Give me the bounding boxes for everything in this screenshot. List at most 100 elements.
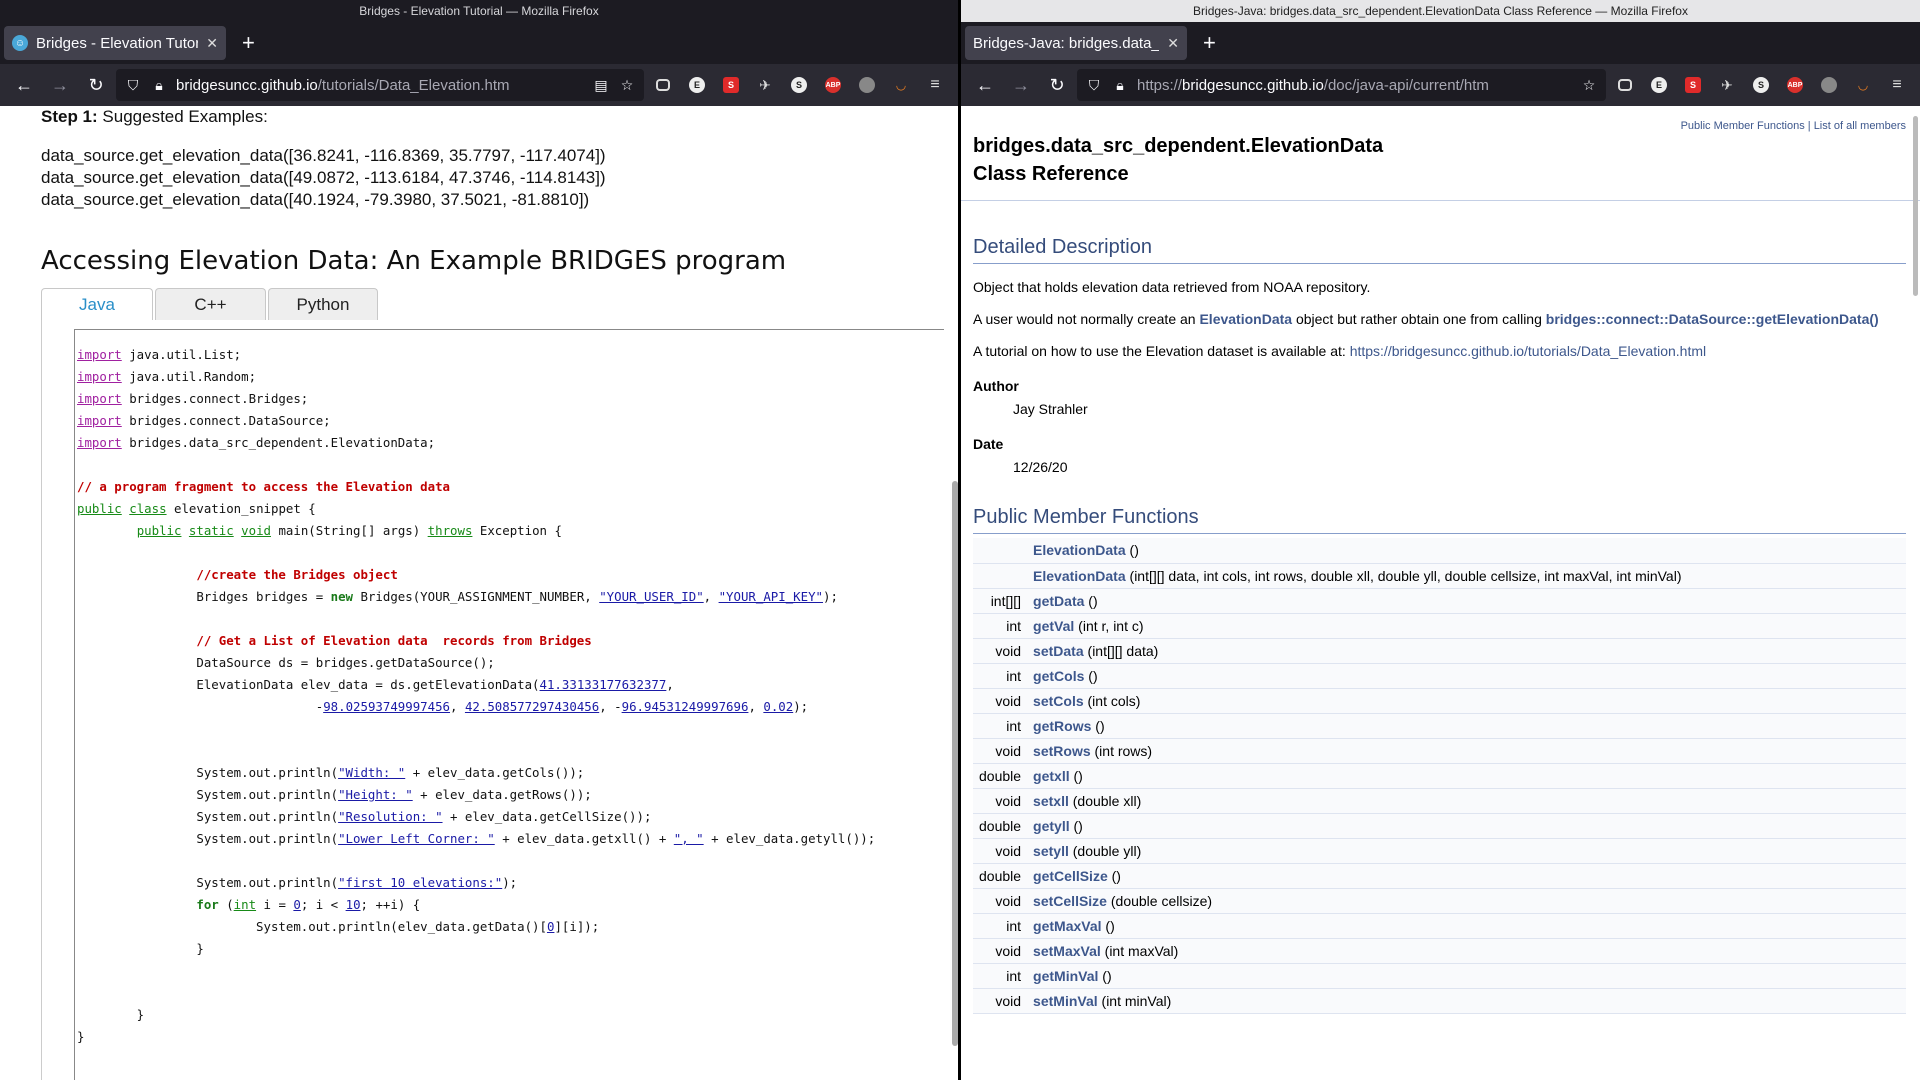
code-token[interactable]: public (77, 501, 122, 516)
member-name-link[interactable]: setyll (1033, 843, 1069, 859)
code-token[interactable]: class (129, 501, 166, 516)
reload-icon[interactable]: ↻ (80, 69, 112, 101)
extension-orange-icon[interactable]: ◡ (1848, 69, 1878, 101)
code-token[interactable]: "YOUR_API_KEY" (719, 589, 823, 604)
url-bar[interactable]: ⛉ 🔒︎ https://bridgesuncc.github.io/doc/j… (1077, 69, 1606, 101)
tutorial-link[interactable]: https://bridgesuncc.github.io/tutorials/… (1350, 343, 1706, 359)
shield-icon[interactable]: ⛉ (124, 77, 142, 94)
back-icon[interactable]: ← (969, 69, 1001, 101)
code-token[interactable]: ", " (674, 831, 704, 846)
tab-cpp[interactable]: C++ (155, 288, 266, 320)
code-token[interactable]: import (77, 347, 122, 362)
extension-s2-icon[interactable]: S (1746, 69, 1776, 101)
lock-icon[interactable]: 🔒︎ (1111, 77, 1129, 94)
code-token: ][i]); (554, 919, 600, 934)
member-name-link[interactable]: setRows (1033, 743, 1091, 759)
tab-close-icon[interactable]: ✕ (206, 35, 218, 52)
code-token[interactable]: void (241, 523, 271, 538)
code-token[interactable]: int (234, 897, 256, 912)
extension-circle-icon[interactable] (852, 69, 882, 101)
extension-e-icon[interactable]: E (682, 69, 712, 101)
tab-java[interactable]: Java (41, 288, 153, 320)
extension-pin-icon[interactable]: ✈ (750, 69, 780, 101)
member-name-link[interactable]: getMinVal (1033, 968, 1098, 984)
member-name-link[interactable]: getRows (1033, 718, 1091, 734)
extension-s-icon[interactable]: S (1678, 69, 1708, 101)
member-name-link[interactable]: getData (1033, 593, 1084, 609)
member-name-link[interactable]: getVal (1033, 618, 1074, 634)
extension-e-icon[interactable]: E (1644, 69, 1674, 101)
bookmark-star-icon[interactable]: ☆ (618, 77, 636, 94)
pocket-icon[interactable] (648, 69, 678, 101)
back-icon[interactable]: ← (8, 69, 40, 101)
member-name-link[interactable]: setCols (1033, 693, 1084, 709)
menu-icon[interactable]: ≡ (1882, 69, 1912, 101)
code-token[interactable]: 0.02 (763, 699, 793, 714)
code-token: System.out.println( (77, 809, 339, 824)
member-name-link[interactable]: getyll (1033, 818, 1070, 834)
url-text[interactable]: bridgesuncc.github.io/tutorials/Data_Ele… (176, 77, 584, 94)
forward-icon[interactable]: → (44, 69, 76, 101)
reader-view-icon[interactable]: ▤ (592, 77, 610, 94)
forward-icon[interactable]: → (1005, 69, 1037, 101)
code-token[interactable]: 96.94531249997696 (622, 699, 749, 714)
extension-s-icon[interactable]: S (716, 69, 746, 101)
tab-python[interactable]: Python (268, 288, 378, 320)
extension-s2-icon[interactable]: S (784, 69, 814, 101)
member-name-link[interactable]: getMaxVal (1033, 918, 1101, 934)
code-token[interactable]: import (77, 369, 122, 384)
member-name-link[interactable]: getCellSize (1033, 868, 1108, 884)
browser-tab-active[interactable]: Bridges-Java: bridges.data_s ✕ (965, 26, 1187, 60)
member-name-link[interactable]: ElevationData (1033, 568, 1126, 584)
member-name-link[interactable]: ElevationData (1033, 542, 1126, 558)
member-name-link[interactable]: getxll (1033, 768, 1070, 784)
tab-close-icon[interactable]: ✕ (1167, 35, 1179, 52)
extension-circle-icon[interactable] (1814, 69, 1844, 101)
code-token[interactable]: "Width: " (338, 765, 405, 780)
new-tab-icon[interactable]: + (1203, 32, 1216, 54)
code-token[interactable]: "Height: " (338, 787, 413, 802)
code-line: } (77, 1029, 84, 1044)
member-name-link[interactable]: getCols (1033, 668, 1084, 684)
summary-link-functions[interactable]: Public Member Functions (1681, 120, 1805, 132)
extension-orange-icon[interactable]: ◡ (886, 69, 916, 101)
code-token[interactable]: 41.33133177632377 (540, 677, 667, 692)
adblock-icon[interactable]: ABP (1780, 69, 1810, 101)
scrollbar[interactable] (952, 481, 958, 1046)
scrollbar[interactable] (1913, 116, 1918, 296)
getelevationdata-link[interactable]: bridges::connect::DataSource::getElevati… (1546, 311, 1879, 327)
member-name-link[interactable]: setMinVal (1033, 993, 1098, 1009)
adblock-icon[interactable]: ABP (818, 69, 848, 101)
code-token[interactable]: throws (428, 523, 473, 538)
code-token[interactable]: "Resolution: " (338, 809, 442, 824)
summary-link-members[interactable]: List of all members (1814, 120, 1906, 132)
url-bar[interactable]: ⛉ 🔒︎ bridgesuncc.github.io/tutorials/Dat… (116, 69, 644, 101)
code-token[interactable]: public (137, 523, 182, 538)
code-token[interactable]: 98.02593749997456 (323, 699, 450, 714)
member-name-link[interactable]: setxll (1033, 793, 1069, 809)
code-token[interactable]: 10 (346, 897, 361, 912)
code-token[interactable]: static (189, 523, 234, 538)
member-name-link[interactable]: setMaxVal (1033, 943, 1101, 959)
shield-icon[interactable]: ⛉ (1085, 77, 1103, 94)
code-token[interactable]: 0 (293, 897, 300, 912)
reload-icon[interactable]: ↻ (1041, 69, 1073, 101)
code-token[interactable]: "first 10 elevations:" (338, 875, 502, 890)
url-text[interactable]: https://bridgesuncc.github.io/doc/java-a… (1137, 77, 1572, 94)
elevationdata-link[interactable]: ElevationData (1199, 311, 1292, 327)
code-token[interactable]: "Lower Left Corner: " (338, 831, 495, 846)
code-token[interactable]: import (77, 391, 122, 406)
browser-tab-active[interactable]: ☺ Bridges - Elevation Tutori ✕ (4, 26, 226, 60)
code-token[interactable]: import (77, 435, 122, 450)
member-name-link[interactable]: setCellSize (1033, 893, 1107, 909)
code-token[interactable]: import (77, 413, 122, 428)
new-tab-icon[interactable]: + (242, 32, 255, 54)
code-token[interactable]: 42.508577297430456 (465, 699, 599, 714)
menu-icon[interactable]: ≡ (920, 69, 950, 101)
pocket-icon[interactable] (1610, 69, 1640, 101)
bookmark-star-icon[interactable]: ☆ (1580, 77, 1598, 94)
lock-icon[interactable]: 🔒︎ (150, 77, 168, 94)
member-name-link[interactable]: setData (1033, 643, 1084, 659)
code-token[interactable]: "YOUR_USER_ID" (599, 589, 703, 604)
extension-pin-icon[interactable]: ✈ (1712, 69, 1742, 101)
